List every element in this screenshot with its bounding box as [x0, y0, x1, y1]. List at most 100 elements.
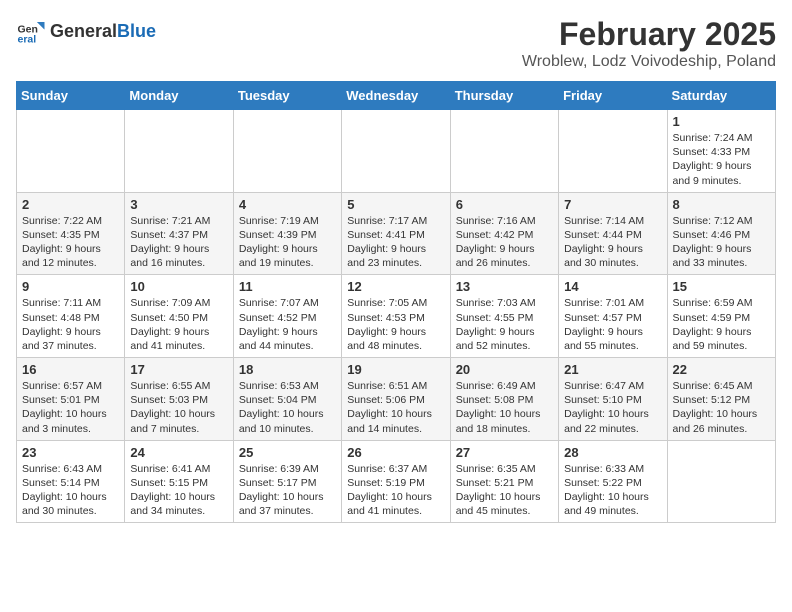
day-number: 21	[564, 362, 661, 377]
day-info: Sunrise: 6:59 AM Sunset: 4:59 PM Dayligh…	[673, 296, 770, 353]
calendar-cell: 7 Sunrise: 7:14 AM Sunset: 4:44 PM Daylig…	[559, 192, 667, 275]
day-number: 17	[130, 362, 227, 377]
day-number: 28	[564, 445, 661, 460]
logo-general: General	[50, 21, 117, 41]
location-title: Wroblew, Lodz Voivodeship, Poland	[522, 53, 776, 71]
day-info: Sunrise: 6:43 AM Sunset: 5:14 PM Dayligh…	[22, 462, 119, 519]
day-info: Sunrise: 6:33 AM Sunset: 5:22 PM Dayligh…	[564, 462, 661, 519]
weekday-header-saturday: Saturday	[667, 82, 775, 110]
day-info: Sunrise: 7:05 AM Sunset: 4:53 PM Dayligh…	[347, 296, 444, 353]
day-number: 13	[456, 279, 553, 294]
svg-text:eral: eral	[18, 33, 37, 45]
calendar-cell: 16 Sunrise: 6:57 AM Sunset: 5:01 PM Dayli…	[17, 358, 125, 441]
day-info: Sunrise: 7:01 AM Sunset: 4:57 PM Dayligh…	[564, 296, 661, 353]
calendar-week-row: 2Sunrise: 7:22 AM Sunset: 4:35 PM Daylig…	[17, 192, 776, 275]
calendar-cell: 27 Sunrise: 6:35 AM Sunset: 5:21 PM Dayli…	[450, 440, 558, 523]
day-info: Sunrise: 6:51 AM Sunset: 5:06 PM Dayligh…	[347, 379, 444, 436]
calendar-cell	[233, 110, 341, 193]
day-number: 27	[456, 445, 553, 460]
weekday-header-thursday: Thursday	[450, 82, 558, 110]
calendar-cell: 25Sunrise: 6:39 AM Sunset: 5:17 PM Dayli…	[233, 440, 341, 523]
calendar-cell: 28 Sunrise: 6:33 AM Sunset: 5:22 PM Dayli…	[559, 440, 667, 523]
logo-icon: Gen eral	[16, 16, 46, 46]
day-info: Sunrise: 6:47 AM Sunset: 5:10 PM Dayligh…	[564, 379, 661, 436]
calendar-cell: 19 Sunrise: 6:51 AM Sunset: 5:06 PM Dayli…	[342, 358, 450, 441]
logo-blue: Blue	[117, 21, 156, 41]
day-number: 5	[347, 197, 444, 212]
calendar-cell: 14 Sunrise: 7:01 AM Sunset: 4:57 PM Dayli…	[559, 275, 667, 358]
calendar-cell: 13 Sunrise: 7:03 AM Sunset: 4:55 PM Dayli…	[450, 275, 558, 358]
day-info: Sunrise: 6:45 AM Sunset: 5:12 PM Dayligh…	[673, 379, 770, 436]
calendar-cell	[125, 110, 233, 193]
weekday-header-row: SundayMondayTuesdayWednesdayThursdayFrid…	[17, 82, 776, 110]
day-info: Sunrise: 6:35 AM Sunset: 5:21 PM Dayligh…	[456, 462, 553, 519]
title-area: February 2025 Wroblew, Lodz Voivodeship,…	[522, 16, 776, 71]
day-number: 3	[130, 197, 227, 212]
weekday-header-tuesday: Tuesday	[233, 82, 341, 110]
day-info: Sunrise: 7:11 AM Sunset: 4:48 PM Dayligh…	[22, 296, 119, 353]
day-number: 14	[564, 279, 661, 294]
day-number: 9	[22, 279, 119, 294]
day-number: 11	[239, 279, 336, 294]
day-info: Sunrise: 6:39 AM Sunset: 5:17 PM Dayligh…	[239, 462, 336, 519]
calendar-cell: 8 Sunrise: 7:12 AM Sunset: 4:46 PM Daylig…	[667, 192, 775, 275]
weekday-header-monday: Monday	[125, 82, 233, 110]
day-info: Sunrise: 7:12 AM Sunset: 4:46 PM Dayligh…	[673, 214, 770, 271]
day-info: Sunrise: 7:21 AM Sunset: 4:37 PM Dayligh…	[130, 214, 227, 271]
calendar-cell	[17, 110, 125, 193]
calendar-cell: 12 Sunrise: 7:05 AM Sunset: 4:53 PM Dayli…	[342, 275, 450, 358]
day-info: Sunrise: 6:49 AM Sunset: 5:08 PM Dayligh…	[456, 379, 553, 436]
calendar-cell	[667, 440, 775, 523]
calendar-cell: 22 Sunrise: 6:45 AM Sunset: 5:12 PM Dayli…	[667, 358, 775, 441]
day-info: Sunrise: 7:03 AM Sunset: 4:55 PM Dayligh…	[456, 296, 553, 353]
day-number: 6	[456, 197, 553, 212]
day-info: Sunrise: 7:17 AM Sunset: 4:41 PM Dayligh…	[347, 214, 444, 271]
calendar-cell: 26Sunrise: 6:37 AM Sunset: 5:19 PM Dayli…	[342, 440, 450, 523]
day-info: Sunrise: 7:07 AM Sunset: 4:52 PM Dayligh…	[239, 296, 336, 353]
day-number: 24	[130, 445, 227, 460]
day-info: Sunrise: 7:16 AM Sunset: 4:42 PM Dayligh…	[456, 214, 553, 271]
day-number: 1	[673, 114, 770, 129]
day-number: 8	[673, 197, 770, 212]
day-info: Sunrise: 7:09 AM Sunset: 4:50 PM Dayligh…	[130, 296, 227, 353]
day-number: 26	[347, 445, 444, 460]
day-info: Sunrise: 6:57 AM Sunset: 5:01 PM Dayligh…	[22, 379, 119, 436]
calendar-cell: 24 Sunrise: 6:41 AM Sunset: 5:15 PM Dayli…	[125, 440, 233, 523]
calendar-cell: 15 Sunrise: 6:59 AM Sunset: 4:59 PM Dayli…	[667, 275, 775, 358]
day-number: 10	[130, 279, 227, 294]
calendar-table: SundayMondayTuesdayWednesdayThursdayFrid…	[16, 81, 776, 523]
calendar-cell: 11 Sunrise: 7:07 AM Sunset: 4:52 PM Dayli…	[233, 275, 341, 358]
day-number: 12	[347, 279, 444, 294]
day-info: Sunrise: 7:14 AM Sunset: 4:44 PM Dayligh…	[564, 214, 661, 271]
calendar-cell: 4Sunrise: 7:19 AM Sunset: 4:39 PM Daylig…	[233, 192, 341, 275]
calendar-cell	[450, 110, 558, 193]
page-header: Gen eral GeneralBlue February 2025 Wrobl…	[16, 16, 776, 71]
logo: Gen eral GeneralBlue	[16, 16, 156, 46]
day-number: 23	[22, 445, 119, 460]
calendar-cell: 10 Sunrise: 7:09 AM Sunset: 4:50 PM Dayli…	[125, 275, 233, 358]
day-number: 15	[673, 279, 770, 294]
day-number: 18	[239, 362, 336, 377]
logo-wordmark: GeneralBlue	[50, 21, 156, 42]
day-info: Sunrise: 6:53 AM Sunset: 5:04 PM Dayligh…	[239, 379, 336, 436]
calendar-cell: 21 Sunrise: 6:47 AM Sunset: 5:10 PM Dayli…	[559, 358, 667, 441]
day-info: Sunrise: 6:41 AM Sunset: 5:15 PM Dayligh…	[130, 462, 227, 519]
calendar-cell: 20Sunrise: 6:49 AM Sunset: 5:08 PM Dayli…	[450, 358, 558, 441]
calendar-week-row: 9 Sunrise: 7:11 AM Sunset: 4:48 PM Daylig…	[17, 275, 776, 358]
calendar-week-row: 16 Sunrise: 6:57 AM Sunset: 5:01 PM Dayli…	[17, 358, 776, 441]
day-number: 7	[564, 197, 661, 212]
calendar-cell: 1 Sunrise: 7:24 AM Sunset: 4:33 PM Daylig…	[667, 110, 775, 193]
calendar-cell: 23 Sunrise: 6:43 AM Sunset: 5:14 PM Dayli…	[17, 440, 125, 523]
weekday-header-sunday: Sunday	[17, 82, 125, 110]
calendar-cell	[559, 110, 667, 193]
calendar-cell: 6 Sunrise: 7:16 AM Sunset: 4:42 PM Daylig…	[450, 192, 558, 275]
day-info: Sunrise: 7:24 AM Sunset: 4:33 PM Dayligh…	[673, 131, 770, 188]
day-info: Sunrise: 7:22 AM Sunset: 4:35 PM Dayligh…	[22, 214, 119, 271]
day-number: 16	[22, 362, 119, 377]
calendar-cell: 2Sunrise: 7:22 AM Sunset: 4:35 PM Daylig…	[17, 192, 125, 275]
calendar-week-row: 23 Sunrise: 6:43 AM Sunset: 5:14 PM Dayli…	[17, 440, 776, 523]
day-number: 22	[673, 362, 770, 377]
day-number: 19	[347, 362, 444, 377]
month-title: February 2025	[522, 16, 776, 53]
calendar-cell: 18 Sunrise: 6:53 AM Sunset: 5:04 PM Dayli…	[233, 358, 341, 441]
